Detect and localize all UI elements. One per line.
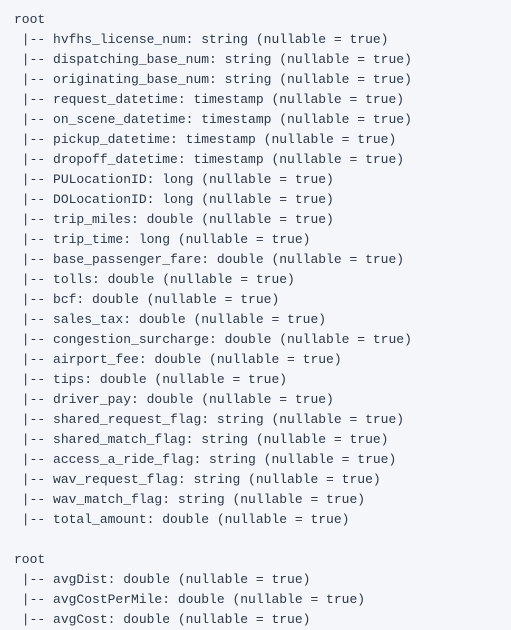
tree-branch-icon: |--	[14, 150, 53, 170]
tree-branch-icon: |--	[14, 170, 53, 190]
schema-field-text: PULocationID: long (nullable = true)	[53, 170, 334, 190]
schema-block: root |-- hvfhs_license_num: string (null…	[14, 10, 497, 530]
schema-field-line: |-- DOLocationID: long (nullable = true)	[14, 190, 497, 210]
schema-root-label: root	[14, 550, 497, 570]
schema-field-text: avgCost: double (nullable = true)	[53, 610, 310, 630]
schema-field-line: |-- driver_pay: double (nullable = true)	[14, 390, 497, 410]
blank-line	[14, 530, 497, 550]
schema-field-line: |-- request_datetime: timestamp (nullabl…	[14, 90, 497, 110]
schema-field-line: |-- airport_fee: double (nullable = true…	[14, 350, 497, 370]
schema-output: root |-- hvfhs_license_num: string (null…	[14, 10, 497, 630]
schema-field-line: |-- avgCostPerMile: double (nullable = t…	[14, 590, 497, 610]
tree-branch-icon: |--	[14, 450, 53, 470]
tree-branch-icon: |--	[14, 210, 53, 230]
tree-branch-icon: |--	[14, 430, 53, 450]
tree-branch-icon: |--	[14, 370, 53, 390]
tree-branch-icon: |--	[14, 50, 53, 70]
schema-field-line: |-- tips: double (nullable = true)	[14, 370, 497, 390]
schema-field-line: |-- dispatching_base_num: string (nullab…	[14, 50, 497, 70]
tree-branch-icon: |--	[14, 70, 53, 90]
tree-branch-icon: |--	[14, 610, 53, 630]
schema-field-text: trip_miles: double (nullable = true)	[53, 210, 334, 230]
tree-branch-icon: |--	[14, 30, 53, 50]
schema-field-line: |-- base_passenger_fare: double (nullabl…	[14, 250, 497, 270]
schema-field-line: |-- shared_request_flag: string (nullabl…	[14, 410, 497, 430]
tree-branch-icon: |--	[14, 230, 53, 250]
schema-field-line: |-- congestion_surcharge: double (nullab…	[14, 330, 497, 350]
schema-field-text: bcf: double (nullable = true)	[53, 290, 279, 310]
schema-field-text: driver_pay: double (nullable = true)	[53, 390, 334, 410]
schema-field-line: |-- trip_time: long (nullable = true)	[14, 230, 497, 250]
schema-field-line: |-- hvfhs_license_num: string (nullable …	[14, 30, 497, 50]
schema-field-text: shared_match_flag: string (nullable = tr…	[53, 430, 388, 450]
schema-field-text: request_datetime: timestamp (nullable = …	[53, 90, 404, 110]
schema-field-text: airport_fee: double (nullable = true)	[53, 350, 342, 370]
schema-field-line: |-- total_amount: double (nullable = tru…	[14, 510, 497, 530]
tree-branch-icon: |--	[14, 90, 53, 110]
schema-field-text: hvfhs_license_num: string (nullable = tr…	[53, 30, 388, 50]
schema-field-text: congestion_surcharge: double (nullable =…	[53, 330, 412, 350]
schema-field-line: |-- pickup_datetime: timestamp (nullable…	[14, 130, 497, 150]
schema-field-text: dropoff_datetime: timestamp (nullable = …	[53, 150, 404, 170]
tree-branch-icon: |--	[14, 250, 53, 270]
schema-field-text: total_amount: double (nullable = true)	[53, 510, 349, 530]
schema-field-text: wav_match_flag: string (nullable = true)	[53, 490, 365, 510]
schema-field-text: originating_base_num: string (nullable =…	[53, 70, 412, 90]
schema-field-line: |-- access_a_ride_flag: string (nullable…	[14, 450, 497, 470]
tree-branch-icon: |--	[14, 570, 53, 590]
schema-block: root |-- avgDist: double (nullable = tru…	[14, 550, 497, 630]
tree-branch-icon: |--	[14, 410, 53, 430]
tree-branch-icon: |--	[14, 470, 53, 490]
schema-field-line: |-- PULocationID: long (nullable = true)	[14, 170, 497, 190]
schema-field-line: |-- wav_match_flag: string (nullable = t…	[14, 490, 497, 510]
schema-field-text: shared_request_flag: string (nullable = …	[53, 410, 404, 430]
schema-field-line: |-- sales_tax: double (nullable = true)	[14, 310, 497, 330]
tree-branch-icon: |--	[14, 290, 53, 310]
schema-field-text: avgCostPerMile: double (nullable = true)	[53, 590, 365, 610]
schema-field-line: |-- dropoff_datetime: timestamp (nullabl…	[14, 150, 497, 170]
schema-field-line: |-- shared_match_flag: string (nullable …	[14, 430, 497, 450]
schema-field-text: tips: double (nullable = true)	[53, 370, 287, 390]
tree-branch-icon: |--	[14, 390, 53, 410]
tree-branch-icon: |--	[14, 490, 53, 510]
schema-field-text: sales_tax: double (nullable = true)	[53, 310, 326, 330]
schema-field-text: base_passenger_fare: double (nullable = …	[53, 250, 404, 270]
schema-field-text: access_a_ride_flag: string (nullable = t…	[53, 450, 396, 470]
tree-branch-icon: |--	[14, 330, 53, 350]
tree-branch-icon: |--	[14, 350, 53, 370]
tree-branch-icon: |--	[14, 110, 53, 130]
schema-field-line: |-- tolls: double (nullable = true)	[14, 270, 497, 290]
tree-branch-icon: |--	[14, 590, 53, 610]
schema-field-line: |-- wav_request_flag: string (nullable =…	[14, 470, 497, 490]
schema-field-text: trip_time: long (nullable = true)	[53, 230, 310, 250]
schema-field-line: |-- bcf: double (nullable = true)	[14, 290, 497, 310]
schema-field-line: |-- on_scene_datetime: timestamp (nullab…	[14, 110, 497, 130]
schema-root-label: root	[14, 10, 497, 30]
schema-field-line: |-- avgDist: double (nullable = true)	[14, 570, 497, 590]
schema-field-text: DOLocationID: long (nullable = true)	[53, 190, 334, 210]
schema-field-text: wav_request_flag: string (nullable = tru…	[53, 470, 381, 490]
schema-field-text: on_scene_datetime: timestamp (nullable =…	[53, 110, 412, 130]
tree-branch-icon: |--	[14, 130, 53, 150]
tree-branch-icon: |--	[14, 270, 53, 290]
schema-field-text: avgDist: double (nullable = true)	[53, 570, 310, 590]
schema-field-text: dispatching_base_num: string (nullable =…	[53, 50, 412, 70]
schema-field-line: |-- avgCost: double (nullable = true)	[14, 610, 497, 630]
schema-field-text: tolls: double (nullable = true)	[53, 270, 295, 290]
schema-field-line: |-- originating_base_num: string (nullab…	[14, 70, 497, 90]
tree-branch-icon: |--	[14, 190, 53, 210]
schema-field-line: |-- trip_miles: double (nullable = true)	[14, 210, 497, 230]
tree-branch-icon: |--	[14, 310, 53, 330]
tree-branch-icon: |--	[14, 510, 53, 530]
schema-field-text: pickup_datetime: timestamp (nullable = t…	[53, 130, 396, 150]
